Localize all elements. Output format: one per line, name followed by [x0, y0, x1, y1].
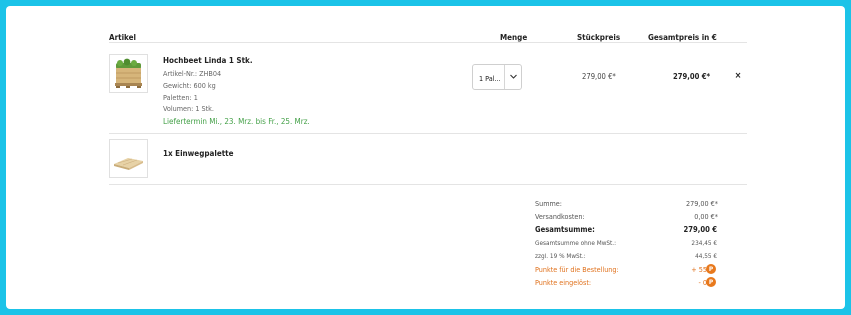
grand-total-label: Gesamtsumme: — [535, 225, 595, 234]
points-coin-icon: P — [706, 277, 716, 287]
column-header-total-price: Gesamtpreis in € — [648, 33, 717, 42]
product-weight: Gewicht: 600 kg — [163, 81, 216, 90]
chevron-down-icon[interactable] — [505, 65, 522, 89]
line-total-price: 279,00 €* — [673, 72, 711, 81]
header-divider — [109, 42, 747, 43]
vat-label: zzgl. 19 % MwSt.: — [535, 252, 586, 260]
unit-price: 279,00 €* — [582, 72, 616, 81]
product-article-number: Artikel-Nr.: ZHB04 — [163, 69, 222, 78]
points-redeemed-label: Punkte eingelöst: — [535, 278, 592, 287]
shipping-label: Versandkosten: — [535, 212, 585, 221]
sum-value: 279,00 €* — [685, 199, 718, 208]
items-bottom-divider — [109, 184, 747, 185]
quantity-value: 1 Pal... — [479, 74, 501, 83]
grand-total-value: 279,00 € — [683, 225, 718, 234]
pallet-name[interactable]: 1x Einwegpalette — [163, 149, 233, 158]
delivery-date: Liefertermin Mi., 23. Mrz. bis Fr., 25. … — [163, 117, 310, 126]
product-image-hochbeet[interactable] — [109, 54, 148, 93]
net-total-value: 234,45 € — [691, 239, 717, 247]
sum-label: Summe: — [535, 199, 562, 208]
quantity-select[interactable]: 1 Pal... — [472, 64, 522, 90]
shipping-value: 0,00 €* — [694, 212, 718, 221]
cart-panel: Artikel Menge Stückpreis Gesamtpreis in … — [6, 6, 845, 309]
remove-item-button[interactable]: × — [732, 70, 744, 82]
column-header-quantity: Menge — [500, 33, 528, 42]
column-header-article: Artikel — [109, 33, 136, 42]
vat-value: 44,55 € — [695, 252, 717, 260]
column-header-unit-price: Stückpreis — [577, 33, 621, 42]
points-order-label: Punkte für die Bestellung: — [535, 265, 619, 274]
product-pallets: Paletten: 1 — [163, 93, 198, 102]
points-coin-icon: P — [706, 264, 716, 274]
product-image-pallet[interactable] — [109, 139, 148, 178]
points-order-value: + 55 — [691, 265, 707, 274]
item-divider — [109, 133, 747, 134]
product-volume: Volumen: 1 Stk. — [163, 104, 214, 113]
product-name[interactable]: Hochbeet Linda 1 Stk. — [163, 56, 253, 65]
net-total-label: Gesamtsumme ohne MwSt.: — [535, 239, 617, 247]
pallet-image — [114, 158, 143, 170]
raised-bed-image — [115, 58, 142, 88]
